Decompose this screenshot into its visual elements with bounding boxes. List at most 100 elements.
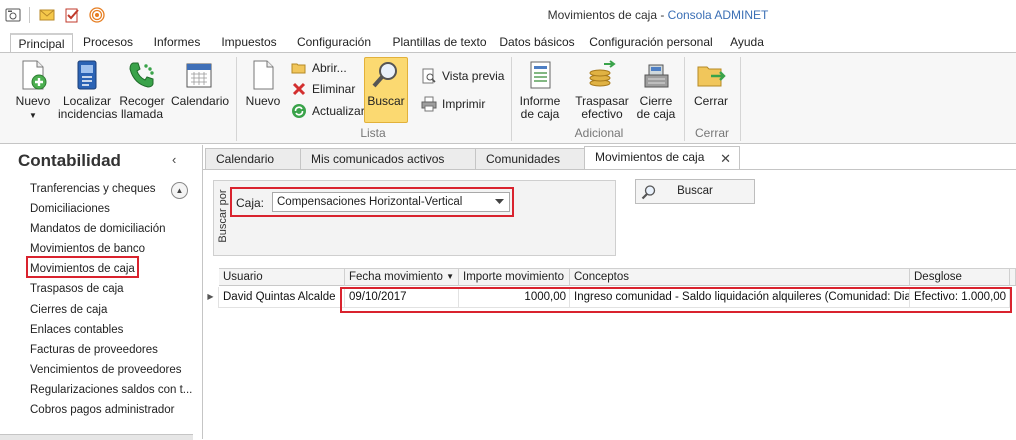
nav-item-facturas-de-proveedores[interactable]: Facturas de proveedores bbox=[30, 340, 192, 360]
calendar-icon bbox=[186, 63, 212, 88]
calendario-label: Calendario bbox=[171, 94, 230, 108]
column-header-fecha-movimiento[interactable]: Fecha movimiento ▼ bbox=[345, 268, 459, 286]
buscar-button-label: Buscar bbox=[677, 185, 713, 197]
chevron-down-icon[interactable] bbox=[492, 194, 507, 210]
cash-report-icon bbox=[530, 61, 551, 89]
ribbon-separator bbox=[236, 57, 237, 141]
scroll-up-icon[interactable]: ▲ bbox=[171, 182, 188, 199]
vista-previa-button[interactable]: Vista previa bbox=[421, 66, 504, 86]
tab-impuestos[interactable]: Impuestos bbox=[218, 33, 280, 53]
traspasar-label-2: efectivo bbox=[581, 107, 623, 121]
cell-desglose[interactable]: Efectivo: 1.000,00 bbox=[910, 287, 1010, 308]
abrir-label: Abrir... bbox=[312, 61, 347, 75]
column-header-usuario[interactable]: Usuario bbox=[219, 268, 345, 286]
eliminar-label: Eliminar bbox=[312, 82, 356, 96]
nav-item-movimientos-de-banco[interactable]: Movimientos de banco bbox=[30, 239, 192, 259]
nav-item-enlaces-contables[interactable]: Enlaces contables bbox=[30, 320, 192, 340]
cash-register-icon bbox=[644, 64, 669, 88]
cierre-label-1: Cierre bbox=[639, 94, 673, 108]
adicional-group-label: Adicional bbox=[574, 126, 624, 140]
column-header-importe-movimiento[interactable]: Importe movimiento bbox=[459, 268, 570, 286]
recoger-llamada-button[interactable]: Recoger llamada bbox=[119, 59, 165, 121]
nav-title: Contabilidad bbox=[18, 151, 121, 170]
tab-datos-basicos[interactable]: Datos básicos bbox=[498, 33, 576, 53]
nav-item-domiciliaciones[interactable]: Domiciliaciones bbox=[30, 199, 192, 219]
column-header-conceptos[interactable]: Conceptos bbox=[570, 268, 910, 286]
vista-previa-label: Vista previa bbox=[442, 69, 505, 83]
tab-configuracion-personal[interactable]: Configuración personal bbox=[589, 33, 713, 53]
doc-tab-movimientos-de-caja[interactable]: Movimientos de caja ✕ bbox=[584, 146, 740, 170]
nav-item-tranferencias-y-cheques[interactable]: Tranferencias y cheques bbox=[30, 179, 192, 199]
new-document-plus-icon bbox=[22, 60, 47, 90]
row-indicator-icon[interactable]: ▶ bbox=[203, 287, 219, 308]
tab-plantillas-de-texto[interactable]: Plantillas de texto bbox=[388, 33, 491, 53]
localizar-label-2: incidencias bbox=[58, 107, 118, 121]
cell-usuario[interactable]: David Quintas Alcalde bbox=[219, 287, 345, 308]
ribbon-separator bbox=[684, 57, 685, 141]
column-header-desglose[interactable]: Desglose bbox=[910, 268, 1010, 286]
calendario-button[interactable]: Calendario bbox=[171, 59, 230, 108]
nav-item-vencimientos-de-proveedores[interactable]: Vencimientos de proveedores bbox=[30, 360, 192, 380]
printer-icon bbox=[421, 96, 437, 112]
cell-fecha[interactable]: 09/10/2017 bbox=[345, 287, 459, 308]
doc-tab-mis-comunicados-activos[interactable]: Mis comunicados activos bbox=[300, 148, 476, 169]
locate-incidents-icon bbox=[77, 60, 97, 90]
nav-item-mandatos-de-domiciliacion[interactable]: Mandatos de domiciliación bbox=[30, 219, 192, 239]
buscar-ribbon-label: Buscar bbox=[367, 94, 405, 108]
imprimir-button[interactable]: Imprimir bbox=[421, 94, 485, 114]
buscar-button[interactable]: Buscar bbox=[635, 179, 755, 204]
tab-informes[interactable]: Informes bbox=[149, 33, 205, 53]
imprimir-label: Imprimir bbox=[442, 97, 486, 111]
actualizar-label: Actualizar bbox=[312, 104, 365, 118]
close-icon[interactable]: ✕ bbox=[720, 149, 731, 169]
buscar-por-text: Buscar por bbox=[217, 189, 229, 243]
informe-de-caja-button[interactable]: Informe de caja bbox=[517, 59, 563, 121]
navigation-pane: Contabilidad ‹ Tranferencias y cheques D… bbox=[0, 145, 203, 440]
localizar-incidencias-button[interactable]: Localizar incidencias bbox=[58, 59, 118, 121]
lista-nuevo-button[interactable]: Nuevo bbox=[244, 59, 282, 108]
nav-item-regularizaciones-saldos[interactable]: Regularizaciones saldos con t... bbox=[30, 380, 192, 400]
fecha-header-label: Fecha movimiento bbox=[349, 271, 443, 283]
collapse-chevron-icon[interactable]: ‹ bbox=[172, 152, 176, 167]
nav-item-cobros-pagos-administrador[interactable]: Cobros pagos administrador bbox=[30, 400, 192, 420]
ribbon: Nuevo ▼ Localizar incidencias Recoger ll… bbox=[0, 52, 1016, 144]
nuevo-dropdown-button[interactable]: Nuevo ▼ bbox=[12, 59, 54, 122]
app-name: Consola ADMINET bbox=[667, 8, 769, 22]
cell-importe[interactable]: 1000,00 bbox=[459, 287, 570, 308]
ribbon-separator bbox=[511, 57, 512, 141]
cell-conceptos[interactable]: Ingreso comunidad - Saldo liquidación al… bbox=[570, 287, 910, 308]
cash-transfer-icon bbox=[589, 60, 616, 87]
tab-configuracion[interactable]: Configuración bbox=[294, 33, 374, 53]
window-title-text: Movimientos de caja bbox=[547, 8, 657, 22]
traspasar-label-1: Traspasar bbox=[575, 94, 629, 108]
cerrar-button[interactable]: Cerrar bbox=[690, 59, 732, 108]
actualizar-button[interactable]: Actualizar bbox=[291, 101, 365, 121]
buscar-ribbon-button[interactable]: Buscar bbox=[364, 59, 408, 108]
lista-group-label: Lista bbox=[360, 126, 386, 140]
tab-procesos[interactable]: Procesos bbox=[80, 33, 136, 53]
blank-document-icon bbox=[253, 60, 274, 90]
informe-label-1: Informe bbox=[519, 94, 561, 108]
nav-item-cierres-de-caja[interactable]: Cierres de caja bbox=[30, 300, 192, 320]
print-preview-icon bbox=[422, 68, 436, 84]
nav-splitter[interactable] bbox=[0, 434, 193, 440]
caja-select[interactable]: Compensaciones Horizontal-Vertical bbox=[272, 192, 510, 212]
cerrar-group-label: Cerrar bbox=[694, 126, 729, 140]
abrir-button[interactable]: Abrir... bbox=[291, 58, 347, 78]
column-header-overflow bbox=[1010, 268, 1016, 286]
exit-folder-icon bbox=[697, 66, 726, 87]
recoger-label-2: llamada bbox=[120, 107, 164, 121]
nav-list: Tranferencias y cheques Domiciliaciones … bbox=[30, 179, 192, 420]
eliminar-button[interactable]: Eliminar bbox=[291, 79, 355, 99]
traspasar-efectivo-button[interactable]: Traspasar efectivo bbox=[574, 59, 630, 121]
nav-item-movimientos-de-caja[interactable]: Movimientos de caja bbox=[30, 259, 192, 279]
doc-tab-calendario[interactable]: Calendario bbox=[205, 148, 301, 169]
nav-item-traspasos-de-caja[interactable]: Traspasos de caja bbox=[30, 279, 192, 299]
cerrar-label: Cerrar bbox=[693, 94, 728, 108]
tab-principal[interactable]: Principal bbox=[10, 33, 73, 53]
tab-ayuda[interactable]: Ayuda bbox=[726, 33, 768, 53]
doc-tab-movimientos-label: Movimientos de caja bbox=[595, 150, 705, 164]
cierre-de-caja-button[interactable]: Cierre de caja bbox=[634, 59, 678, 121]
doc-tab-comunidades[interactable]: Comunidades bbox=[475, 148, 585, 169]
buscar-por-label: Buscar por bbox=[214, 181, 230, 255]
